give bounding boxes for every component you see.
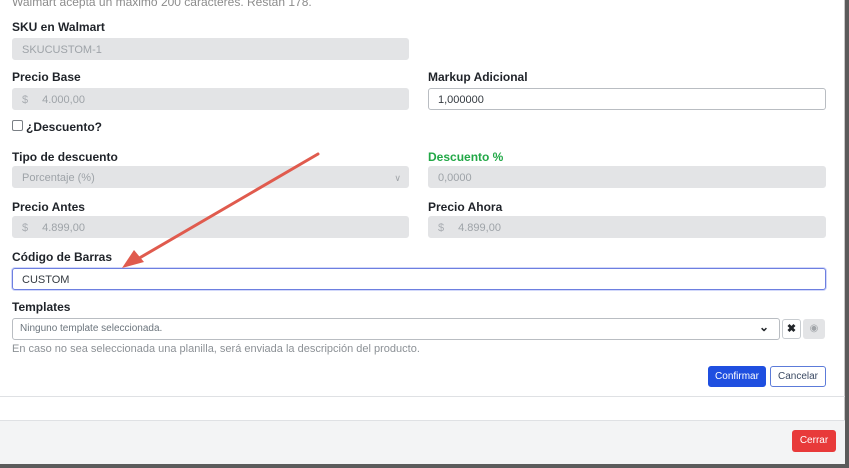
- precio-ahora-value: 4.899,00: [458, 222, 501, 234]
- precio-ahora-label: Precio Ahora: [428, 200, 503, 214]
- title-char-hint: Walmart acepta un máximo 200 caracteres.…: [12, 0, 312, 9]
- precio-base-input: $4.000,00: [12, 88, 409, 110]
- currency-symbol: $: [22, 94, 29, 106]
- precio-base-label: Precio Base: [12, 70, 81, 84]
- markup-label: Markup Adicional: [428, 70, 528, 84]
- templates-label: Templates: [12, 300, 71, 314]
- modal-footer: [0, 420, 845, 464]
- product-modal: Walmart acepta un máximo 200 caracteres.…: [0, 0, 845, 464]
- preview-template-button: ◉: [803, 319, 825, 339]
- footer-divider: [0, 420, 845, 421]
- sku-input: SKUCUSTOM-1: [12, 38, 409, 60]
- tipo-descuento-value: Porcentaje (%): [22, 172, 95, 184]
- confirm-button[interactable]: Confirmar: [708, 366, 766, 387]
- close-button[interactable]: Cerrar: [792, 430, 836, 452]
- form-divider: [0, 396, 845, 397]
- precio-antes-label: Precio Antes: [12, 200, 85, 214]
- currency-symbol: $: [438, 222, 445, 234]
- close-icon: ✖: [786, 323, 797, 335]
- cancel-button[interactable]: Cancelar: [770, 366, 826, 387]
- codigo-barras-input[interactable]: CUSTOM: [12, 268, 826, 290]
- clear-template-button[interactable]: ✖: [782, 319, 801, 339]
- currency-symbol: $: [22, 222, 29, 234]
- chevron-down-icon: ∨: [394, 173, 401, 183]
- descuento-pct-label: Descuento %: [428, 150, 504, 164]
- precio-ahora-input: $4.899,00: [428, 216, 826, 238]
- sku-label: SKU en Walmart: [12, 20, 105, 34]
- tipo-descuento-select: Porcentaje (%) ∨: [12, 166, 409, 188]
- codigo-barras-label: Código de Barras: [12, 250, 113, 264]
- precio-base-value: 4.000,00: [42, 94, 85, 106]
- precio-antes-input: $4.899,00: [12, 216, 409, 238]
- descuento-pct-input: 0,0000: [428, 166, 826, 188]
- eye-icon: ◉: [809, 323, 819, 334]
- descuento-checkbox-label[interactable]: ¿Descuento?: [26, 120, 102, 134]
- precio-antes-value: 4.899,00: [42, 222, 85, 234]
- templates-select[interactable]: Ninguno template seleccionada.: [12, 318, 780, 340]
- markup-input[interactable]: 1,000000: [428, 88, 826, 110]
- descuento-checkbox[interactable]: [12, 120, 23, 131]
- chevron-down-icon[interactable]: ⌄: [759, 320, 769, 334]
- tipo-descuento-label: Tipo de descuento: [12, 150, 118, 164]
- templates-help-text: En caso no sea seleccionada una planilla…: [12, 343, 420, 355]
